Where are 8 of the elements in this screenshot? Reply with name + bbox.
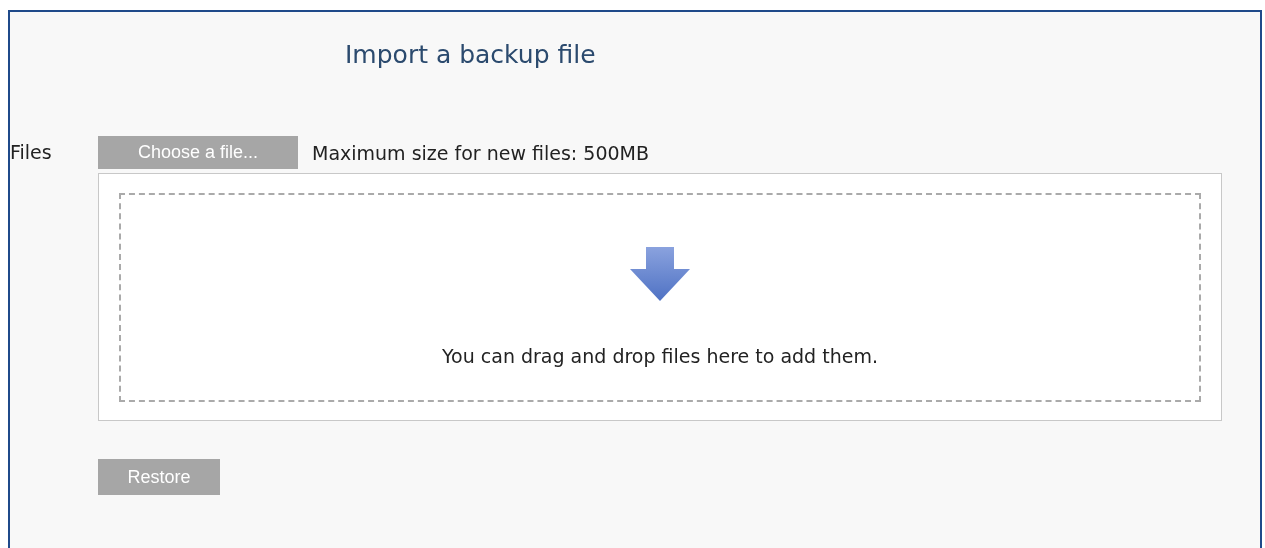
files-label: Files [10,140,53,165]
restore-button[interactable]: Restore [98,459,220,495]
page-heading: Import a backup file [345,40,597,69]
choose-file-button[interactable]: Choose a file... [98,136,298,169]
down-arrow-icon [629,247,691,303]
max-size-text: Maximum size for new files: 500MB [312,141,649,164]
drop-zone[interactable]: You can drag and drop files here to add them. [98,173,1222,421]
drop-hint-text: You can drag and drop files here to add them. [442,345,878,367]
